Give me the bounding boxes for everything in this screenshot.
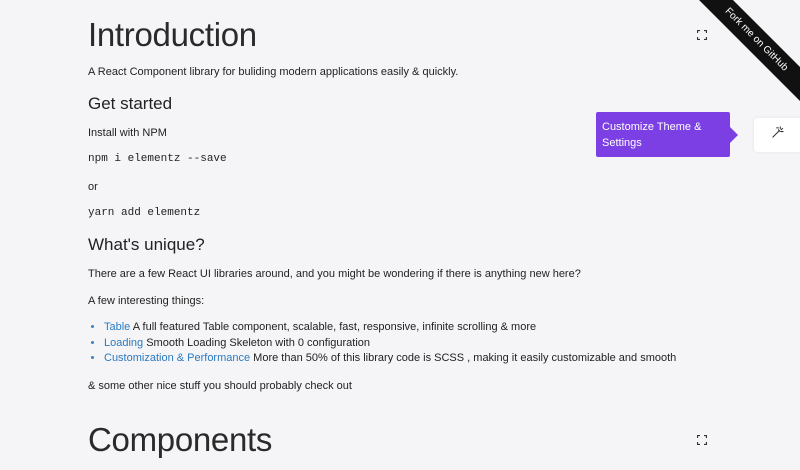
install-label: Install with NPM [88,127,167,139]
github-ribbon[interactable]: Fork me on GitHub [690,0,800,110]
page-title: Introduction [88,16,257,53]
or-text: or [88,181,98,193]
list-item: Customization & Performance More than 50… [104,351,676,367]
list-item: Table A full featured Table component, s… [104,320,676,336]
get-started-heading: Get started [88,94,173,113]
loading-link[interactable]: Loading [104,337,143,349]
components-title: Components [88,421,273,458]
whats-unique-heading: What's unique? [88,235,205,254]
npm-command: npm i elementz --save [88,153,227,165]
intro-tagline: A React Component library for buliding m… [88,66,459,78]
features-list: Table A full featured Table component, s… [88,320,676,367]
tooltip-text: Customize Theme & Settings [602,121,702,149]
unique-para-2: A few interesting things: [88,295,205,307]
github-ribbon-label[interactable]: Fork me on GitHub [690,0,800,106]
customization-link[interactable]: Customization & Performance [104,352,250,364]
list-item-text: A full featured Table component, scalabl… [130,321,537,333]
customize-settings-button[interactable] [754,118,800,152]
unique-para-1: There are a few React UI libraries aroun… [88,268,581,280]
table-link[interactable]: Table [104,321,130,333]
yarn-command: yarn add elementz [88,207,201,219]
list-item-text: More than 50% of this library code is SC… [250,352,677,364]
magic-wand-icon [771,126,784,144]
list-item-text: Smooth Loading Skeleton with 0 configura… [143,336,371,349]
closing-text: & some other nice stuff you should proba… [88,380,352,392]
customize-tooltip: Customize Theme & Settings [596,112,738,157]
list-item: Loading Smooth Loading Skeleton with 0 c… [104,336,676,352]
expand-icon[interactable] [696,432,708,446]
